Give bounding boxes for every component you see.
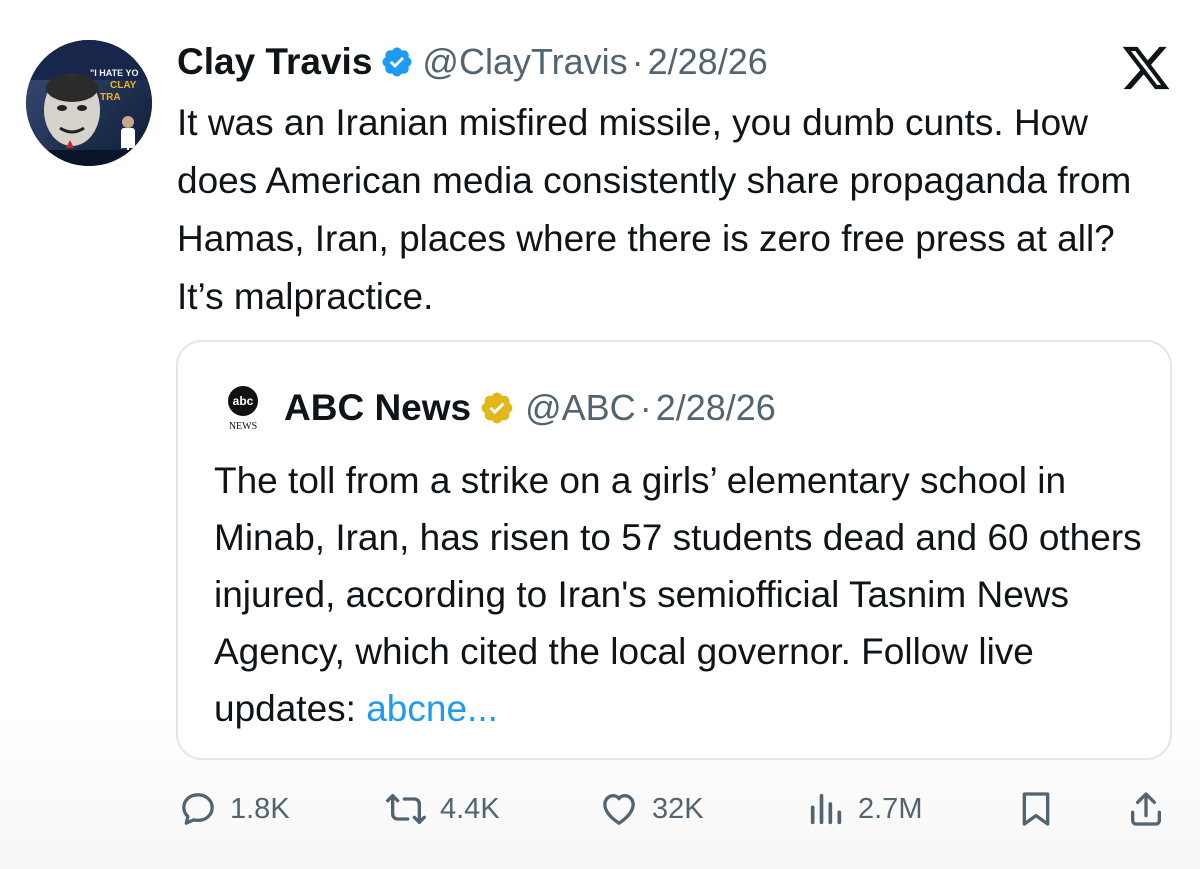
quoted-tweet-link[interactable]: abcne... (366, 688, 498, 729)
quoted-tweet-body: The toll from a strike on a girls’ eleme… (214, 460, 1142, 729)
quoted-tweet-date[interactable]: 2/28/26 (656, 387, 776, 429)
share-icon (1131, 792, 1161, 826)
svg-text:CLAY: CLAY (110, 80, 137, 91)
svg-text:"I HATE YO: "I HATE YO (90, 68, 138, 78)
share-button[interactable] (1126, 784, 1178, 834)
like-count: 32K (652, 792, 704, 825)
quoted-tweet-header: abc NEWS ABC News @ABC · 2/28/26 (222, 384, 776, 432)
quoted-meta-separator: · (639, 387, 652, 428)
x-logo-icon (1122, 46, 1170, 90)
author-avatar[interactable]: "I HATE YO CLAY TRA (26, 40, 152, 166)
quoted-author-handle[interactable]: @ABC (525, 387, 636, 429)
verified-badge-icon (382, 47, 412, 77)
quoted-tweet-card[interactable]: abc NEWS ABC News @ABC · 2/28/26 The tol… (176, 340, 1172, 760)
repost-count: 4.4K (440, 792, 500, 825)
like-button[interactable]: 32K (598, 784, 704, 834)
reply-icon (182, 793, 214, 825)
verified-badge-gold-icon (481, 392, 513, 424)
tweet-action-bar: 1.8K 4.4K 32K 2.7M (0, 784, 1200, 834)
heart-icon (603, 794, 635, 825)
tweet-text: It was an Iranian misfired missile, you … (177, 102, 1132, 317)
views-icon (810, 793, 842, 825)
meta-separator: · (631, 41, 644, 82)
svg-text:abc: abc (233, 394, 254, 408)
bookmark-icon (1022, 792, 1050, 826)
bookmark-button[interactable] (1016, 784, 1068, 834)
svg-text:TRA: TRA (100, 92, 121, 103)
tweet-header: Clay Travis @ClayTravis · 2/28/26 (177, 38, 768, 86)
tweet-date[interactable]: 2/28/26 (648, 41, 768, 83)
author-name[interactable]: Clay Travis (177, 41, 372, 83)
quoted-author-name[interactable]: ABC News (284, 387, 471, 429)
quoted-tweet-text: The toll from a strike on a girls’ eleme… (214, 452, 1144, 737)
tweet-screenshot: "I HATE YO CLAY TRA Clay Travis @ClayTra… (0, 0, 1200, 869)
avatar-image: "I HATE YO CLAY TRA (26, 40, 152, 166)
repost-icon (385, 794, 426, 824)
author-handle[interactable]: @ClayTravis (422, 41, 627, 83)
views-button[interactable]: 2.7M (806, 784, 922, 834)
view-count: 2.7M (858, 792, 923, 825)
reply-button[interactable]: 1.8K (178, 784, 290, 834)
svg-text:NEWS: NEWS (229, 421, 257, 432)
repost-button[interactable]: 4.4K (384, 784, 500, 834)
abc-news-logo-icon: abc NEWS (228, 386, 258, 432)
reply-count: 1.8K (230, 792, 290, 825)
